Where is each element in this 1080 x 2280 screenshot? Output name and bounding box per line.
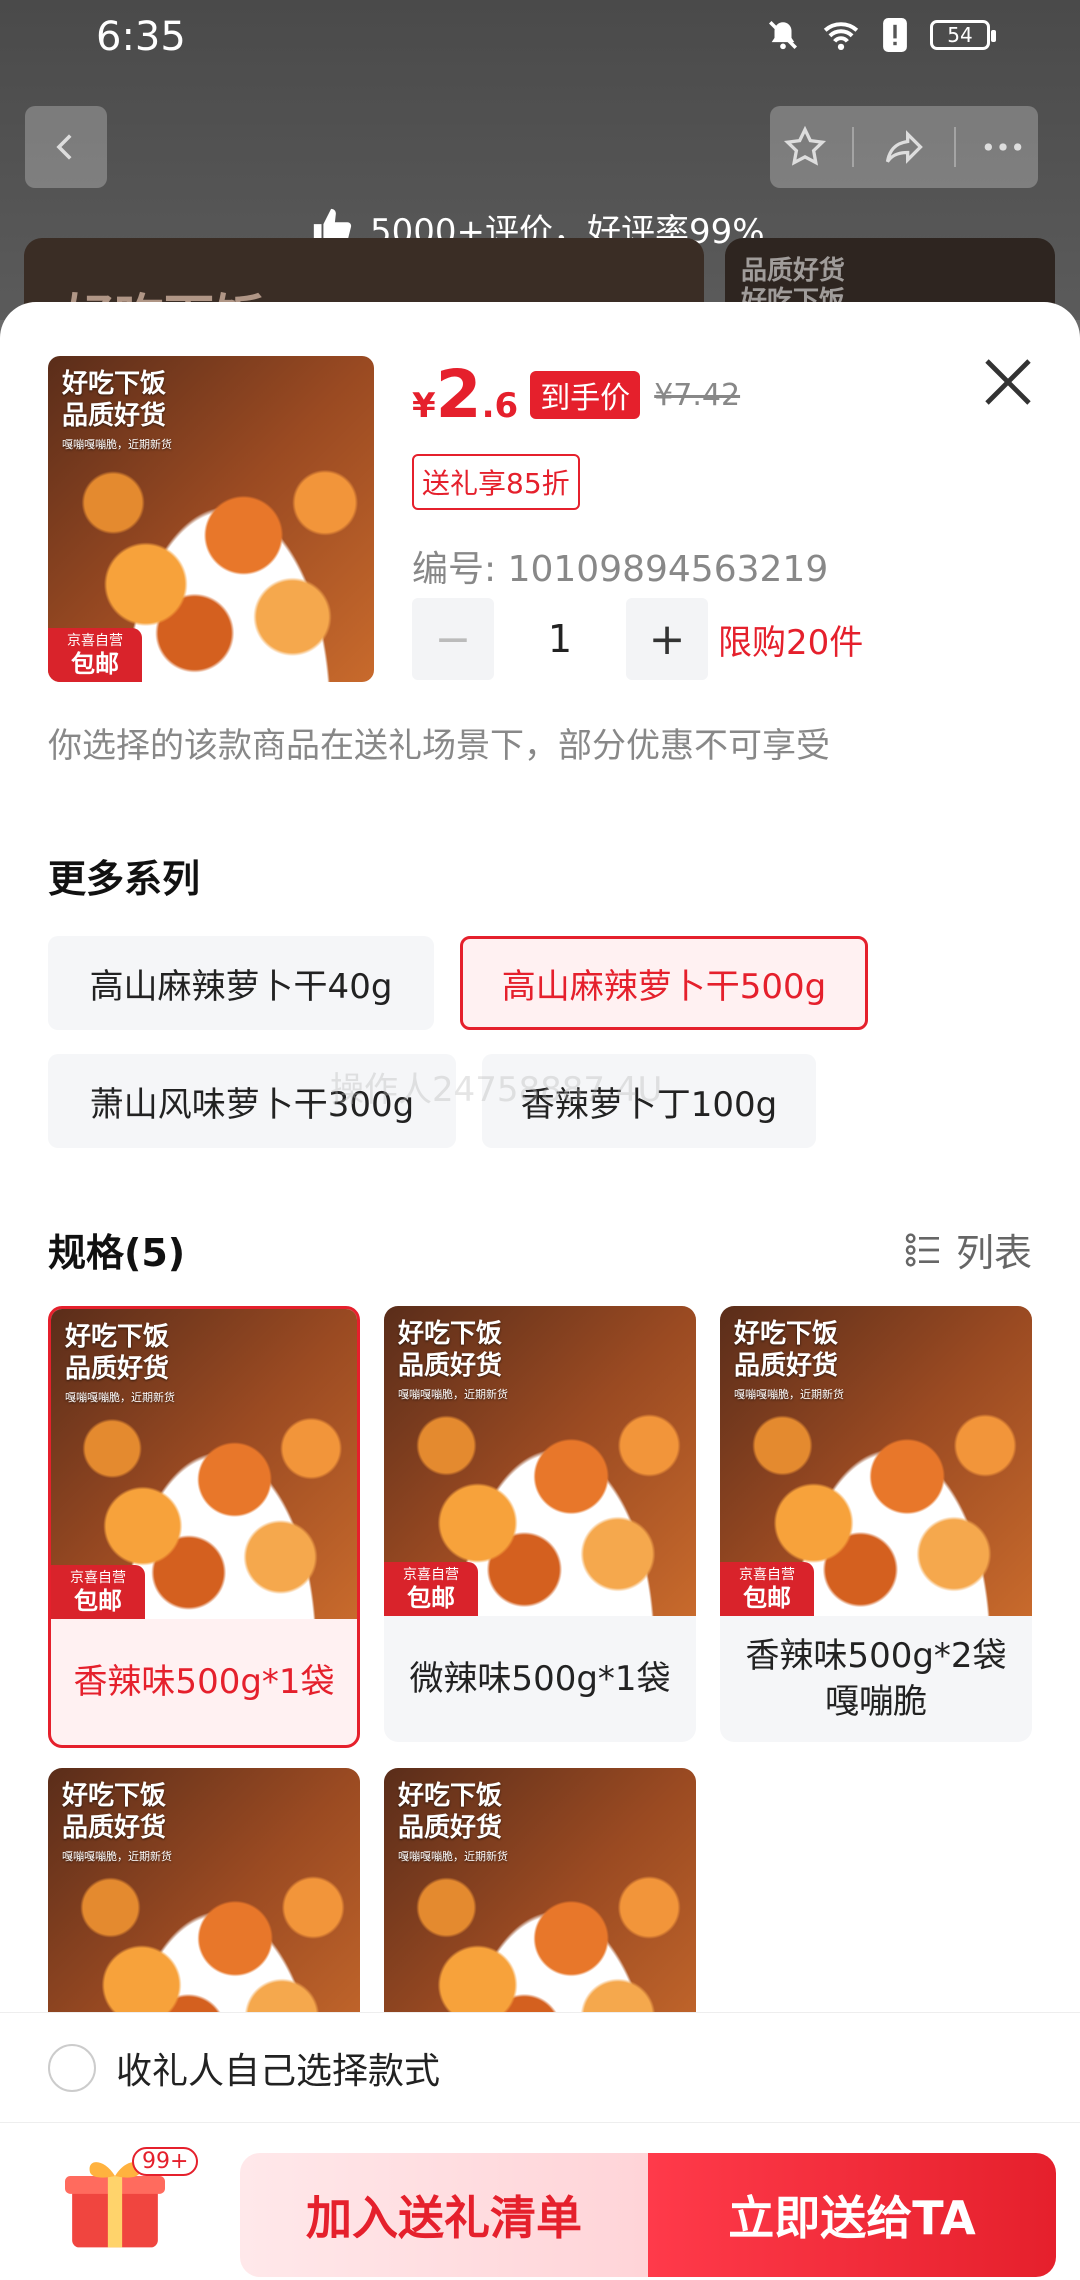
increase-button[interactable]: + — [626, 598, 708, 680]
close-icon[interactable] — [972, 346, 1044, 418]
more-icon[interactable] — [981, 125, 1025, 169]
alert-icon — [883, 18, 907, 52]
gift-list-count-badge: 99+ — [132, 2147, 199, 2176]
spec-label: 香辣味500g*1袋 — [73, 1662, 335, 1702]
purchase-limit: 限购20件 — [718, 622, 864, 663]
gift-notice: 你选择的该款商品在送礼场景下，部分优惠不可享受 — [48, 726, 830, 766]
quantity-value[interactable]: 1 — [494, 617, 626, 661]
product-photo: 好吃下饭 品质好货 嘎嘣嘎嘣脆，近期新货 京喜自营 包邮 — [48, 356, 374, 682]
price-decimal: .6 — [481, 386, 519, 426]
background-thumbnail-text: 品质好货 — [741, 256, 846, 286]
divider — [852, 127, 855, 167]
chevron-left-icon — [56, 134, 72, 160]
gift-discount-tag: 送礼享85折 — [412, 454, 580, 510]
shipping-badge: 京喜自营 包邮 — [48, 628, 142, 682]
add-to-gift-list-button[interactable]: 加入送礼清单 — [240, 2153, 648, 2277]
spec-label: 香辣味500g*2袋 嘎嘣脆 — [745, 1636, 1007, 1722]
list-view-label: 列表 — [955, 1231, 1032, 1275]
radio-button[interactable] — [48, 2043, 96, 2092]
series-chip[interactable]: 高山麻辣萝卜干40g — [48, 936, 434, 1030]
shipping-badge: 京喜自营 包邮 — [384, 1562, 478, 1616]
product-image[interactable]: 好吃下饭 品质好货 嘎嘣嘎嘣脆，近期新货 京喜自营 包邮 — [48, 356, 374, 682]
bottom-action-bar: 99+ 加入送礼清单 立即送给TA — [0, 2122, 1080, 2280]
series-chip-selected[interactable]: 高山麻辣萝卜干500g — [460, 936, 868, 1030]
nav-actions — [770, 106, 1038, 188]
divider — [953, 127, 956, 167]
star-icon[interactable] — [783, 125, 827, 169]
status-time: 6:35 — [96, 14, 186, 60]
quantity-stepper: − 1 + 限购20件 — [412, 598, 863, 680]
spec-card[interactable]: 好吃下饭 品质好货 嘎嘣嘎嘣脆，近期新货 京喜自营 包邮 微辣味500g*1袋 — [384, 1306, 696, 1742]
shipping-badge: 京喜自营 包邮 — [720, 1562, 814, 1616]
shipping-badge: 京喜自营 包邮 — [51, 1565, 145, 1619]
price-row: ¥ 2 .6 到手价 ¥7.42 — [412, 362, 740, 428]
list-icon — [905, 1232, 939, 1267]
battery-icon: 54 — [930, 20, 996, 50]
series-title: 更多系列 — [48, 857, 201, 901]
spec-label: 微辣味500g*1袋 — [409, 1659, 671, 1699]
image-title: 好吃下饭 品质好货 — [62, 369, 167, 431]
send-gift-now-button[interactable]: 立即送给TA — [648, 2153, 1056, 2277]
status-icons: 54 — [766, 18, 996, 52]
share-icon[interactable] — [880, 125, 928, 169]
image-subtitle: 嘎嘣嘎嘣脆，近期新货 — [62, 438, 172, 451]
final-price-tag: 到手价 — [530, 371, 641, 419]
price-integer: 2 — [435, 356, 482, 433]
spec-title: 规格(5) — [48, 1231, 186, 1275]
status-bar: 6:35 54 — [0, 0, 1080, 80]
spec-photo: 好吃下饭 品质好货 嘎嘣嘎嘣脆，近期新货 京喜自营 包邮 — [384, 1306, 696, 1616]
mute-bell-icon — [768, 20, 798, 50]
spec-card[interactable]: 好吃下饭 品质好货 嘎嘣嘎嘣脆，近期新货 京喜自营 包邮 香辣味500g*2袋 嘎嘣… — [720, 1306, 1032, 1742]
watermark: 操作人24758887 4U — [330, 1070, 663, 1110]
spec-card-selected[interactable]: 好吃下饭 品质好货 嘎嘣嘎嘣脆，近期新货 京喜自营 包邮 香辣味500g*1袋 — [48, 1306, 360, 1748]
recipient-choose-option[interactable]: 收礼人自己选择款式 — [0, 2012, 1080, 2122]
list-view-toggle[interactable]: 列表 — [904, 1222, 1032, 1277]
original-price: ¥7.42 — [654, 377, 741, 413]
decrease-button[interactable]: − — [412, 598, 494, 680]
back-button[interactable] — [25, 106, 107, 188]
spec-selection-sheet: 好吃下饭 品质好货 嘎嘣嘎嘣脆，近期新货 京喜自营 包邮 ¥ 2 .6 到手价 ¥… — [0, 302, 1080, 2280]
recipient-choose-label: 收礼人自己选择款式 — [116, 2050, 441, 2092]
price-symbol: ¥ — [412, 386, 436, 426]
wifi-icon — [823, 22, 859, 51]
spec-photo: 好吃下饭 品质好货 嘎嘣嘎嘣脆，近期新货 京喜自营 包邮 — [51, 1309, 357, 1619]
spec-photo: 好吃下饭 品质好货 嘎嘣嘎嘣脆，近期新货 京喜自营 包邮 — [720, 1306, 1032, 1616]
item-number: 编号: 10109894563219 — [412, 549, 829, 590]
